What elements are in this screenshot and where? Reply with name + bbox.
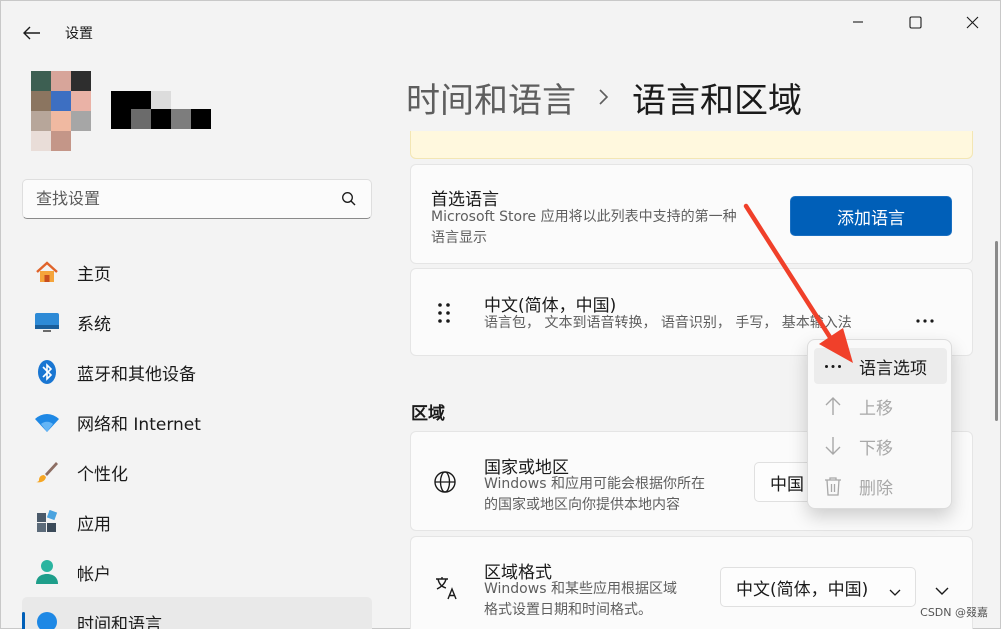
- sidebar-item-accounts[interactable]: 帐户: [22, 547, 372, 597]
- expand-chevron-icon[interactable]: [935, 581, 949, 600]
- minimize-icon: [853, 21, 863, 23]
- trash-icon: [818, 476, 848, 496]
- language-context-menu: 语言选项 上移 下移 删除: [807, 339, 952, 509]
- brush-icon: [34, 459, 60, 485]
- preferred-language-card: 首选语言 Microsoft Store 应用将以此列表中支持的第一种 语言显示…: [410, 164, 973, 264]
- app-title: 设置: [65, 26, 93, 42]
- menu-item-label: 语言选项: [859, 358, 927, 379]
- globe-icon: [433, 470, 457, 498]
- apps-icon: [34, 509, 60, 535]
- display-icon: [34, 309, 60, 335]
- account-icon: [34, 559, 60, 585]
- menu-item-label: 删除: [859, 478, 893, 499]
- scrollbar[interactable]: [995, 241, 998, 421]
- title-bar: 设置: [1, 1, 1001, 63]
- breadcrumb: 时间和语言 语言和区域: [406, 73, 802, 122]
- sidebar-item-label: 主页: [77, 264, 111, 285]
- sidebar-nav: 主页 系统 蓝牙和其他设备 网络和 Internet 个性化 应用 帐户 时间和…: [22, 247, 372, 629]
- breadcrumb-parent[interactable]: 时间和语言: [406, 73, 576, 122]
- regional-format-dropdown[interactable]: 中文(简体，中国): [720, 567, 916, 607]
- sidebar-item-label: 蓝牙和其他设备: [77, 364, 196, 385]
- region-section-title: 区域: [411, 404, 445, 424]
- sidebar-item-label: 帐户: [77, 564, 111, 585]
- preferred-language-desc-line2: 语言显示: [431, 230, 487, 246]
- back-arrow-icon: [23, 26, 40, 40]
- avatar[interactable]: [29, 69, 91, 151]
- menu-item-label: 下移: [859, 438, 893, 459]
- drag-handle-icon[interactable]: [437, 302, 451, 328]
- bluetooth-icon: [34, 359, 60, 385]
- regional-format-value: 中文(简体，中国): [736, 579, 869, 600]
- arrow-up-icon: [818, 396, 848, 416]
- sidebar-item-apps[interactable]: 应用: [22, 497, 372, 547]
- close-button[interactable]: [949, 7, 995, 37]
- sidebar-item-bluetooth[interactable]: 蓝牙和其他设备: [22, 347, 372, 397]
- globe-clock-icon: [34, 609, 60, 629]
- country-desc-line1: Windows 和应用可能会根据你所在: [484, 476, 705, 492]
- sidebar-item-label: 应用: [77, 514, 111, 535]
- selection-indicator: [22, 612, 25, 629]
- menu-item-label: 上移: [859, 398, 893, 419]
- regional-format-card: 区域格式 Windows 和某些应用根据区域 格式设置日期和时间格式。 中文(简…: [410, 536, 973, 629]
- country-desc-line2: 的国家或地区向你提供本地内容: [484, 497, 680, 513]
- more-icon: [818, 364, 848, 369]
- language-format-icon: [433, 575, 461, 605]
- close-icon: [966, 16, 978, 28]
- search-input[interactable]: [36, 189, 326, 208]
- watermark: CSDN @叕嘉: [920, 606, 988, 619]
- search-box[interactable]: [22, 179, 372, 219]
- minimize-button[interactable]: [835, 7, 881, 37]
- account-name-redacted: [109, 89, 213, 131]
- menu-item-delete[interactable]: 删除: [814, 468, 947, 504]
- maximize-icon: [908, 15, 922, 29]
- back-button[interactable]: [15, 19, 49, 47]
- regional-format-desc-line2: 格式设置日期和时间格式。: [484, 602, 652, 618]
- home-icon: [34, 259, 60, 285]
- sidebar-item-network[interactable]: 网络和 Internet: [22, 397, 372, 447]
- sidebar-item-label: 系统: [77, 314, 111, 335]
- add-language-button[interactable]: 添加语言: [790, 196, 952, 236]
- menu-item-move-up[interactable]: 上移: [814, 388, 947, 424]
- menu-item-move-down[interactable]: 下移: [814, 428, 947, 464]
- chevron-right-icon: [598, 84, 610, 112]
- sidebar-item-time-language[interactable]: 时间和语言: [22, 597, 372, 629]
- sidebar-item-label: 网络和 Internet: [77, 414, 201, 435]
- more-options-button[interactable]: [915, 309, 935, 328]
- wifi-icon: [34, 409, 60, 435]
- regional-format-desc-line1: Windows 和某些应用根据区域: [484, 581, 677, 597]
- page-title: 语言和区域: [632, 81, 802, 121]
- preferred-language-desc-line1: Microsoft Store 应用将以此列表中支持的第一种: [431, 209, 737, 225]
- sidebar-item-label: 时间和语言: [77, 614, 162, 629]
- maximize-button[interactable]: [892, 7, 938, 37]
- sidebar-item-label: 个性化: [77, 464, 128, 485]
- chevron-down-icon: [889, 582, 901, 602]
- sidebar-item-system[interactable]: 系统: [22, 297, 372, 347]
- country-value: 中国: [770, 474, 804, 495]
- language-features: 语言包， 文本到语音转换， 语音识别， 手写， 基本输入法: [484, 315, 852, 331]
- sidebar-item-home[interactable]: 主页: [22, 247, 372, 297]
- more-icon: [916, 319, 934, 323]
- sidebar-item-personalization[interactable]: 个性化: [22, 447, 372, 497]
- menu-item-language-options[interactable]: 语言选项: [814, 348, 947, 384]
- arrow-down-icon: [818, 436, 848, 456]
- notice-banner: [410, 131, 973, 159]
- search-icon[interactable]: [341, 191, 357, 211]
